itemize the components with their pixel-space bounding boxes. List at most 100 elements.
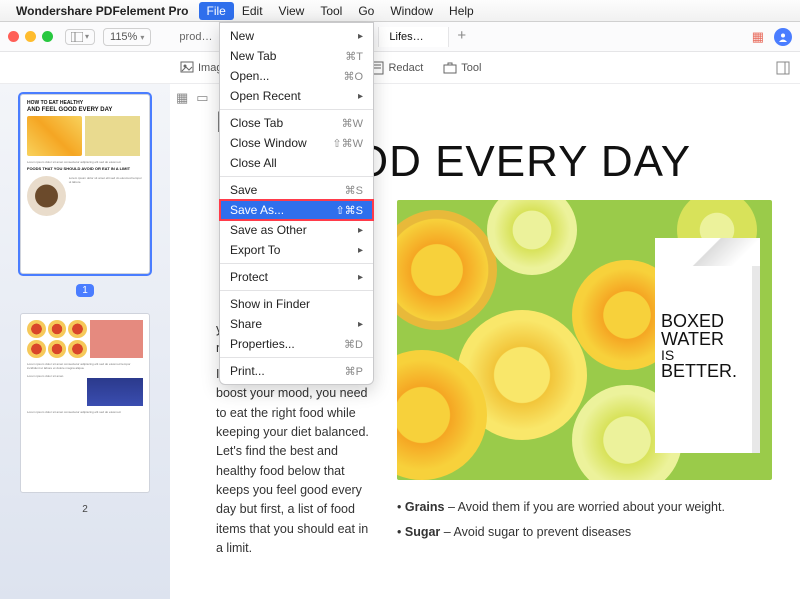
menu-item-label: Close All	[230, 156, 277, 170]
doc-right-column: BOXED WATER IS BETTER. • Grains – Avoid …	[397, 200, 772, 559]
menu-item-new-tab[interactable]: New Tab ⌘T	[220, 46, 373, 66]
app-name: Wondershare PDFelement Pro	[16, 4, 189, 18]
thumbnail-2[interactable]: Lorem ipsum dolor sit amet consectetur a…	[20, 313, 150, 493]
menu-item-label: Close Window	[230, 136, 307, 150]
menu-item-save[interactable]: Save⌘S	[220, 180, 373, 200]
menu-item-shortcut: ⌘D	[344, 338, 363, 351]
thumb1-coffee	[27, 176, 66, 216]
zoom-select[interactable]: 115% ▾	[103, 28, 151, 46]
bullet-1: • Grains – Avoid them if you are worried…	[397, 498, 762, 517]
menu-item-protect[interactable]: Protect	[220, 267, 373, 287]
menu-item-label: Share	[230, 317, 262, 331]
traffic-lights	[8, 31, 53, 42]
menu-item-close-all[interactable]: Close All	[220, 153, 373, 173]
menu-item-label: Save	[230, 183, 257, 197]
redact-label: Redact	[388, 62, 423, 74]
thumb2-text2: Lorem ipsum dolor sit amet.	[27, 374, 84, 406]
tool-label: Tool	[461, 62, 481, 74]
tool-button[interactable]: Tool	[443, 61, 481, 75]
toolbox-icon	[443, 61, 457, 75]
menu-item-save-as[interactable]: Save As... ⇧⌘S	[220, 200, 373, 220]
menu-separator	[220, 357, 373, 358]
thumb2-number: 2	[76, 503, 94, 516]
doc-bullets: • Grains – Avoid them if you are worried…	[397, 498, 772, 543]
properties-panel-icon[interactable]	[776, 61, 790, 75]
image-icon	[180, 61, 194, 75]
carton-top	[655, 238, 760, 266]
carton-line-2: WATER	[661, 330, 754, 348]
menu-window[interactable]: Window	[382, 2, 441, 20]
menu-item-shortcut: ⌘P	[345, 365, 363, 378]
menu-item-share[interactable]: Share	[220, 314, 373, 334]
menu-item-shortcut: ⌘T	[345, 50, 363, 63]
menu-edit[interactable]: Edit	[234, 2, 271, 20]
bullet-2: • Sugar – Avoid sugar to prevent disease…	[397, 523, 762, 542]
doc-para-2: In order to feel good and boost your moo…	[216, 365, 373, 559]
menu-view[interactable]: View	[271, 2, 313, 20]
menu-item-save-as-other[interactable]: Save as Other	[220, 220, 373, 240]
thumb1-text: Lorem ipsum dolor sit amet consectetur a…	[27, 160, 143, 164]
menu-item-shortcut: ⇧⌘W	[332, 137, 363, 150]
thumb1-side	[85, 116, 140, 156]
carton-line-4: BETTER.	[661, 362, 754, 380]
menu-item-label: Protect	[230, 270, 268, 284]
thumb2-panel	[90, 320, 143, 358]
new-tab-button[interactable]: +	[449, 27, 474, 47]
menu-item-label: Open Recent	[230, 89, 301, 103]
user-icon	[778, 32, 788, 42]
menu-go[interactable]: Go	[350, 2, 382, 20]
sidebar-icon	[71, 32, 83, 42]
mac-menubar: Wondershare PDFelement Pro File Edit Vie…	[0, 0, 800, 22]
edit-toolbar: Image Link Form Redact Tool	[0, 52, 800, 84]
menu-item-print[interactable]: Print... ⌘P	[220, 361, 373, 381]
menu-item-close-tab[interactable]: Close Tab⌘W	[220, 113, 373, 133]
sidebar-toggle-button[interactable]: ▾	[65, 29, 95, 45]
menu-item-new[interactable]: New	[220, 26, 373, 46]
redact-button[interactable]: Redact	[370, 61, 423, 75]
thumb1-caption: FOODS THAT YOU SHOULD AVOID OR EAT IN A …	[27, 167, 143, 171]
main-area: HOW TO EAT HEALTHY AND FEEL GOOD EVERY D…	[0, 84, 800, 599]
menu-item-label: Print...	[230, 364, 265, 378]
thumb1-title2: AND FEEL GOOD EVERY DAY	[27, 107, 143, 114]
menu-item-show-in-finder[interactable]: Show in Finder	[220, 294, 373, 314]
menu-separator	[220, 109, 373, 110]
thumb2-text: Lorem ipsum dolor sit amet consectetur a…	[27, 362, 143, 370]
menu-item-label: Properties...	[230, 337, 295, 351]
lime-slice-icon	[487, 200, 577, 275]
thumb2-blueberries	[87, 378, 144, 406]
menu-item-label: Save As...	[230, 203, 284, 217]
menu-item-properties[interactable]: Properties... ⌘D	[220, 334, 373, 354]
menu-separator	[220, 263, 373, 264]
thumbnails-panel: HOW TO EAT HEALTHY AND FEEL GOOD EVERY D…	[0, 84, 170, 599]
menu-item-label: Export To	[230, 243, 280, 257]
menu-item-label: Close Tab	[230, 116, 283, 130]
menu-file[interactable]: File	[199, 2, 234, 20]
menu-item-open[interactable]: Open... ⌘O	[220, 66, 373, 86]
single-view-icon[interactable]: ▭	[196, 90, 208, 106]
thumb1-number: 1	[76, 284, 94, 297]
tab-3[interactable]: Lifes…	[379, 27, 449, 47]
menu-item-close-window[interactable]: Close Window ⇧⌘W	[220, 133, 373, 153]
grid-view-icon[interactable]: ▦	[176, 90, 188, 106]
menu-item-export-to[interactable]: Export To	[220, 240, 373, 260]
carton-line-1: BOXED	[661, 312, 754, 330]
thumbnail-1[interactable]: HOW TO EAT HEALTHY AND FEEL GOOD EVERY D…	[20, 94, 150, 274]
menu-item-label: Open...	[230, 69, 269, 83]
menu-item-open-recent[interactable]: Open Recent	[220, 86, 373, 106]
menu-item-shortcut: ⇧⌘S	[335, 204, 363, 217]
menu-help[interactable]: Help	[441, 2, 482, 20]
menu-separator	[220, 176, 373, 177]
menu-item-shortcut: ⌘O	[343, 70, 363, 83]
menu-tool[interactable]: Tool	[312, 2, 350, 20]
apps-grid-icon[interactable]: ▦	[752, 29, 764, 45]
hero-image: BOXED WATER IS BETTER.	[397, 200, 772, 480]
user-avatar[interactable]	[774, 28, 792, 46]
menu-item-label: New Tab	[230, 49, 276, 63]
thumb2-citrus-grid	[27, 320, 87, 358]
maximize-icon[interactable]	[42, 31, 53, 42]
close-icon[interactable]	[8, 31, 19, 42]
thumb1-text2: Lorem ipsum dolor sit amet elit sed do e…	[69, 176, 143, 216]
view-mode-buttons: ▦ ▭	[176, 90, 209, 106]
minimize-icon[interactable]	[25, 31, 36, 42]
menu-item-label: Show in Finder	[230, 297, 310, 311]
